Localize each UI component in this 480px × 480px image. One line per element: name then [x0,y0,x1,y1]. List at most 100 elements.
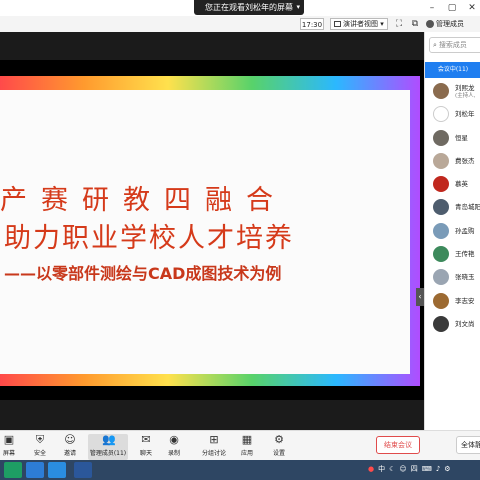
avatar [433,292,449,309]
emoji-icon[interactable]: ☺ [399,465,406,473]
volume-icon[interactable]: ♪ [436,465,440,473]
participant-item[interactable]: 王传艳 [425,243,480,266]
avatar [433,246,449,263]
tray-lang[interactable]: 中 [378,464,385,474]
avatar [433,129,449,146]
participant-list: 刘熙龙 (主持人, 刘松年恒星费张杰慕英青岛城阳孙孟购王传艳张晓玉李志安刘文尚 [425,80,480,336]
bottom-control-bar: 结束会议 全体静音 ▣ 屏幕 ⛨ 安全 ☺ 邀请 👥 管理成员(11) ✉ 聊天 ◉ 录制 ⊞ 分组讨论 ▦… [0,430,480,460]
participant-name: 刘文尚 [455,319,475,328]
participant-name: 张晓玉 [455,273,475,282]
tab-in-meeting[interactable]: 会议中(11) [425,62,480,78]
toolbar-members-button[interactable]: 👥 管理成员(11) [88,434,128,460]
slide-subtitle: ——以零部件测绘与CAD成图技术为例 [4,264,282,283]
participant-name: 李志安 [455,296,475,305]
toolbar-label: 录制 [167,450,180,457]
breakout-icon: ⊞ [209,433,219,446]
toolbar-apps-button[interactable]: ▦ 应用 [236,434,258,460]
participant-item[interactable]: 张晓玉 [425,266,480,289]
participant-name: 费张杰 [455,156,475,165]
speaker-view-button[interactable]: 演讲者视图 ▾ [330,18,388,30]
toolbar-label: 分组讨论 [201,450,226,457]
toolbar-gear-button[interactable]: ⚙ 设置 [268,434,290,460]
toolbar-label: 应用 [240,450,253,457]
input-method-icon[interactable]: ● [368,465,374,473]
app-icon-blue[interactable] [26,462,44,478]
toolbar-chat-button[interactable]: ✉ 聊天 [136,434,156,460]
participant-item[interactable]: 刘松年 [425,103,480,126]
tray-extra[interactable]: 四 [411,464,418,474]
search-input[interactable]: ⌕ 搜索成员 [429,37,480,53]
toolbar-label: 管理成员(11) [89,450,127,457]
minimize-icon[interactable]: – [424,0,440,16]
chevron-down-icon[interactable]: ▾ [296,0,300,15]
avatar [433,222,449,239]
gear-icon: ⚙ [274,433,284,446]
maximize-icon[interactable]: ▢ [444,0,460,16]
chat-icon: ✉ [141,433,151,446]
popout-icon[interactable]: ⧉ [410,19,420,29]
viewing-screen-notice[interactable]: 您正在观看刘松年的屏幕 ▾ [194,0,304,15]
meeting-app-icon[interactable] [48,462,66,478]
participant-item[interactable]: 孙孟购 [425,220,480,243]
toolbar-label: 屏幕 [2,450,15,457]
toolbar-share-screen-button[interactable]: ▣ 屏幕 [0,434,18,460]
video-area-top [0,32,424,60]
grid-icon [334,21,341,27]
avatar [433,106,449,123]
participant-item[interactable]: 李志安 [425,290,480,313]
avatar [433,315,449,332]
notice-text: 您正在观看刘松年的屏幕 [205,3,293,12]
participants-panel: ⌕ 搜索成员 会议中(11) 刘熙龙 (主持人, 刘松年恒星费张杰慕英青岛城阳孙孟购… [424,32,480,430]
close-icon[interactable]: ✕ [464,0,480,16]
participant-item[interactable]: 刘文尚 [425,313,480,336]
participant-item[interactable]: 刘熙龙 (主持人, [425,80,480,103]
avatar [433,83,449,99]
collapse-panel-icon[interactable]: ‹ [416,288,424,306]
toolbar-label: 设置 [272,450,285,457]
avatar [433,269,449,286]
shared-screen: 产赛研教四融合 助力职业学校人才培养 ——以零部件测绘与CAD成图技术为例 ‹ [0,60,424,400]
toolbar-label: 邀请 [63,450,76,457]
toolbar-label: 聊天 [139,450,152,457]
participant-name: 刘松年 [455,110,475,119]
settings-icon[interactable]: ⚙ [444,465,450,473]
participant-name: 慕英 [455,180,468,189]
apps-icon: ▦ [241,433,253,446]
avatar [433,199,449,216]
mute-all-button[interactable]: 全体静音 [456,436,480,454]
toolbar-record-button[interactable]: ◉ 录制 [164,434,184,460]
avatar [433,152,449,169]
participant-item[interactable]: 青岛城阳 [425,196,480,219]
toolbar-breakout-button[interactable]: ⊞ 分组讨论 [200,434,228,460]
participant-name: 王传艳 [455,250,475,259]
toolbar-invite-button[interactable]: ☺ 邀请 [60,434,80,460]
moon-icon[interactable]: ☾ [389,465,395,473]
participant-item[interactable]: 费张杰 [425,150,480,173]
participant-name: 孙孟购 [455,226,475,235]
app-icon-green[interactable] [4,462,22,478]
slide-content: 产赛研教四融合 助力职业学校人才培养 ——以零部件测绘与CAD成图技术为例 [0,90,410,374]
title-bar: 您正在观看刘松年的屏幕 ▾ – ▢ ✕ [0,0,480,16]
fullscreen-icon[interactable]: ⛶ [394,19,404,29]
word-app-icon[interactable] [74,462,92,478]
record-icon: ◉ [169,433,179,446]
os-taskbar: ● 中 ☾ ☺ 四 ⌨ ♪ ⚙ [0,460,480,480]
meeting-clock: 17:30 [300,18,324,30]
slide-title-line2: 助力职业学校人才培养 [4,223,294,254]
participant-item[interactable]: 慕英 [425,173,480,196]
members-header-label: 管理成员 [436,20,464,28]
keyboard-icon[interactable]: ⌨ [422,465,432,473]
participant-item[interactable]: 恒星 [425,127,480,150]
participant-name: 青岛城阳 [455,203,480,212]
toolbar-shield-button[interactable]: ⛨ 安全 [30,434,50,460]
shield-icon: ⛨ [35,433,45,446]
end-meeting-button[interactable]: 结束会议 [376,436,420,454]
invite-icon: ☺ [64,433,76,446]
participant-name: 恒星 [455,133,468,142]
members-icon: 👥 [102,433,116,446]
person-icon [426,20,434,28]
slide-border: 产赛研教四融合 助力职业学校人才培养 ——以零部件测绘与CAD成图技术为例 [0,76,420,386]
system-tray: ● 中 ☾ ☺ 四 ⌨ ♪ ⚙ [368,464,455,474]
meeting-toolbar: 17:30 演讲者视图 ▾ ⛶ ⧉ [0,16,424,32]
search-placeholder: 搜索成员 [438,41,467,49]
